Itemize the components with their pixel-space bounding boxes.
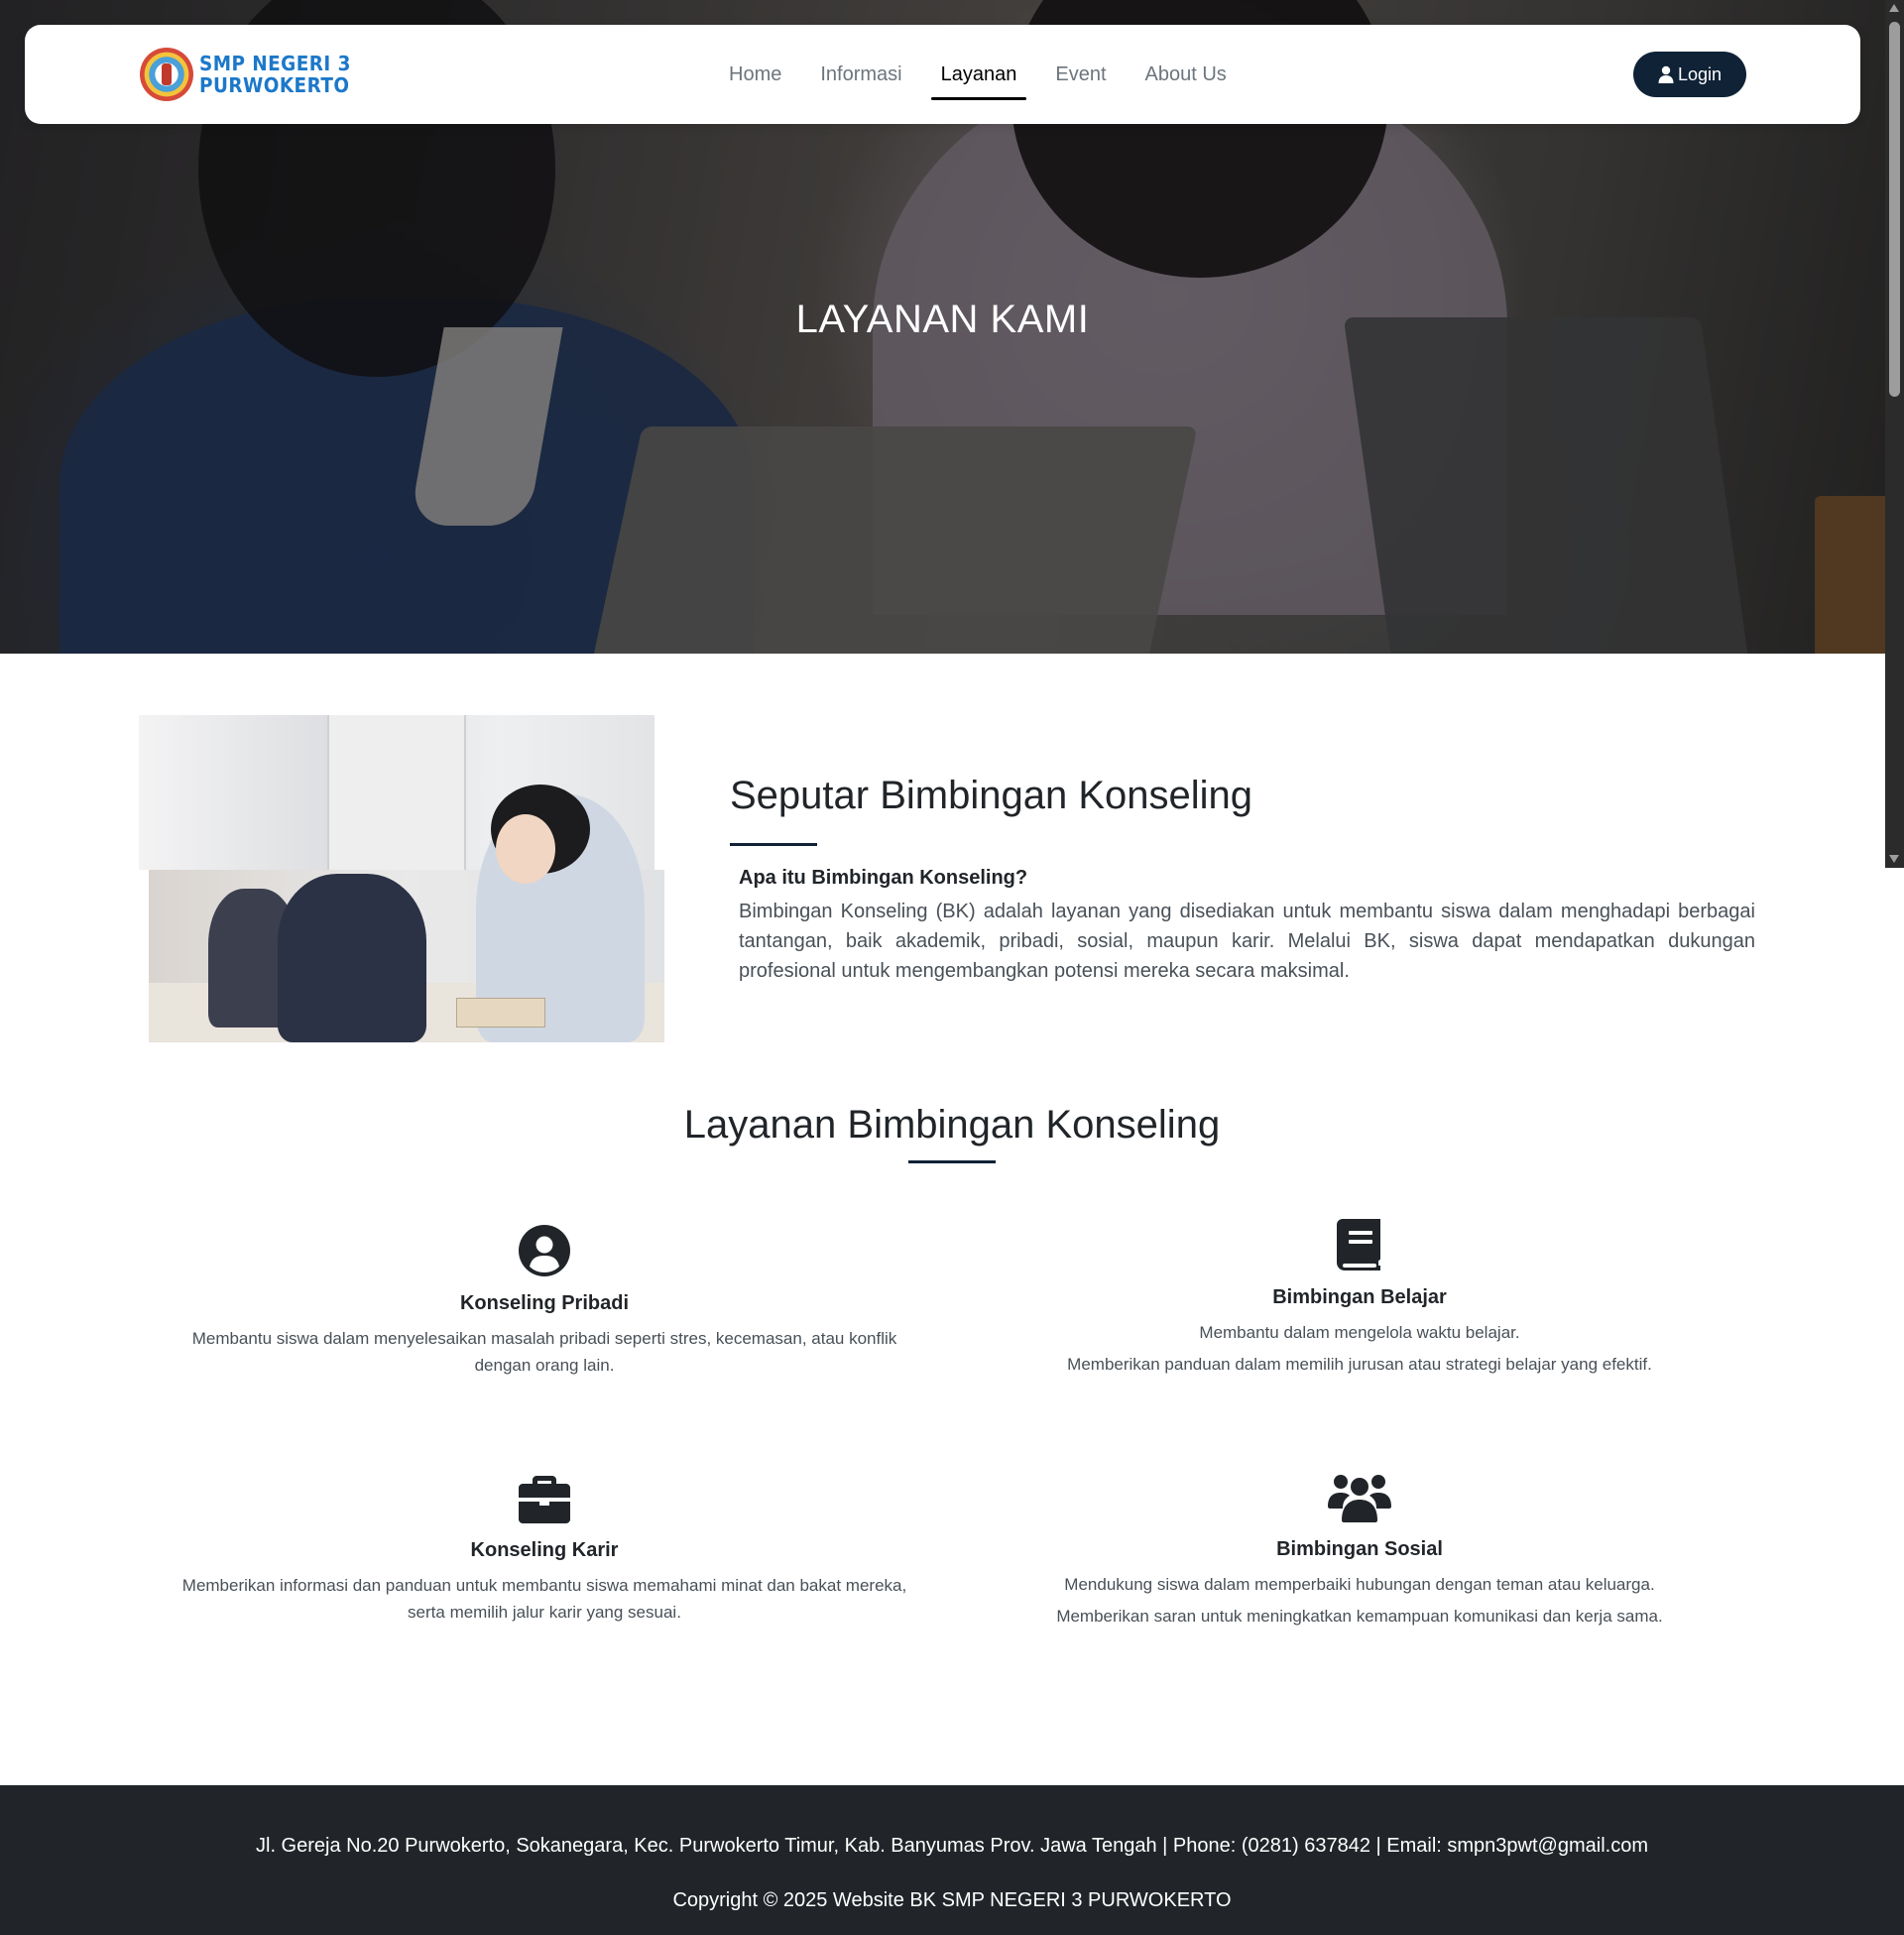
service-card-konseling-pribadi: Konseling Pribadi Membantu siswa dalam m… (148, 1225, 941, 1379)
service-desc-line: Membantu dalam mengelola waktu belajar. (1199, 1323, 1520, 1342)
services-title: Layanan Bimbingan Konseling (683, 1103, 1221, 1147)
footer-copyright: Copyright © 2025 Website BK SMP NEGERI 3… (672, 1889, 1232, 1911)
service-desc-line: serta memilih jalur karir yang sesuai. (408, 1603, 681, 1622)
service-desc-line: Memberikan informasi dan panduan untuk m… (181, 1576, 907, 1595)
scroll-up-arrow-icon[interactable] (1889, 4, 1899, 12)
nav-item-event[interactable]: Event (1045, 51, 1116, 98)
service-desc-line: dengan orang lain. (474, 1356, 615, 1375)
user-icon (1658, 65, 1674, 83)
service-title: Bimbingan Belajar (1272, 1286, 1447, 1308)
service-title: Bimbingan Sosial (1276, 1538, 1443, 1560)
login-button[interactable]: Login (1633, 52, 1746, 97)
nav-item-layanan[interactable]: Layanan (930, 51, 1027, 100)
brand-logo-link[interactable]: SMP NEGERI 3 PURWOKERTO (140, 47, 364, 102)
service-desc-line: Membantu siswa dalam menyelesaikan masal… (191, 1329, 897, 1348)
login-label: Login (1677, 63, 1723, 84)
about-question: Apa itu Bimbingan Konseling? (739, 867, 1028, 889)
nav-item-about-us[interactable]: About Us (1135, 51, 1237, 98)
user-circle-icon (519, 1225, 570, 1276)
navbar: SMP NEGERI 3 PURWOKERTO Home Informasi L… (25, 25, 1860, 124)
about-title: Seputar Bimbingan Konseling (730, 774, 1253, 817)
book-icon (1337, 1219, 1380, 1270)
users-icon (1328, 1475, 1391, 1522)
service-title: Konseling Pribadi (459, 1292, 630, 1314)
scroll-down-arrow-icon[interactable] (1889, 855, 1899, 863)
footer-address: Jl. Gereja No.20 Purwokerto, Sokanegara,… (256, 1835, 1648, 1857)
hero-title: LAYANAN KAMI (795, 298, 1090, 341)
scrollbar[interactable] (1885, 0, 1904, 868)
scrollbar-thumb[interactable] (1889, 22, 1900, 397)
nav-links: Home Informasi Layanan Event About Us (719, 25, 1255, 124)
nav-item-home[interactable]: Home (719, 51, 791, 98)
school-emblem-icon (140, 48, 193, 101)
about-paragraph: Bimbingan Konseling (BK) adalah layanan … (739, 901, 1755, 982)
service-card-bimbingan-belajar: Bimbingan Belajar Membantu dalam mengelo… (963, 1219, 1756, 1378)
service-title: Konseling Karir (470, 1539, 619, 1561)
nav-item-informasi[interactable]: Informasi (810, 51, 911, 98)
service-card-konseling-karir: Konseling Karir Memberikan informasi dan… (148, 1476, 941, 1626)
service-desc-line: Mendukung siswa dalam memperbaiki hubung… (1064, 1575, 1655, 1594)
footer: Jl. Gereja No.20 Purwokerto, Sokanegara,… (0, 1785, 1904, 1935)
about-title-underline (730, 843, 817, 846)
service-card-bimbingan-sosial: Bimbingan Sosial Mendukung siswa dalam m… (963, 1471, 1756, 1630)
service-desc-line: Memberikan saran untuk meningkatkan kema… (1056, 1607, 1663, 1626)
service-desc-line: Memberikan panduan dalam memilih jurusan… (1067, 1355, 1652, 1374)
services-title-underline (908, 1160, 996, 1163)
counseling-photo (139, 715, 664, 1042)
briefcase-icon (519, 1476, 570, 1523)
brand-text: SMP NEGERI 3 PURWOKERTO (199, 52, 351, 97)
